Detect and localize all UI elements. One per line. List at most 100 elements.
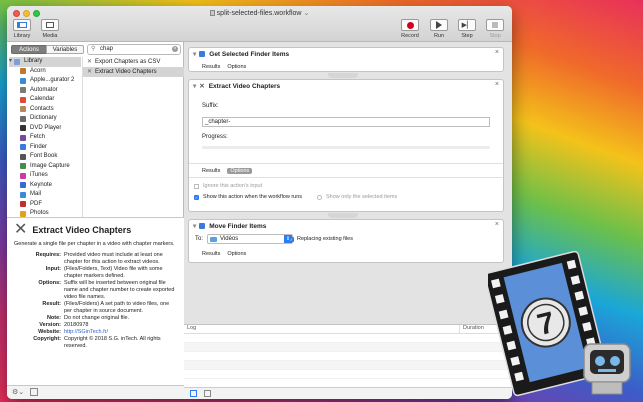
action-card-extract-video-chapters[interactable]: ▾ ✕ Extract Video Chapters × Suffix: _ch…: [188, 79, 504, 212]
ignore-input-checkbox[interactable]: [194, 183, 199, 189]
field-value: 20180978: [64, 322, 89, 328]
show-when-runs-option[interactable]: ✓ Show this action when the workflow run…: [194, 194, 302, 200]
library-item[interactable]: Calendar: [20, 95, 81, 105]
close-icon[interactable]: ×: [495, 81, 499, 88]
results-tab[interactable]: Results: [202, 168, 220, 174]
window-title-text: split-selected-files.workflow: [216, 10, 302, 17]
description-field: Copyright: Copyright © 2018 S.G. inTech. …: [14, 336, 177, 350]
library-item[interactable]: Font Book: [20, 152, 81, 162]
app-icon: [20, 134, 26, 141]
replacing-option[interactable]: ✓ Replacing existing files: [289, 236, 353, 242]
duration-column-header[interactable]: Duration: [460, 325, 484, 333]
window-title: split-selected-files.workflow ⌄: [7, 9, 512, 17]
field-key: Note:: [46, 315, 61, 321]
disclosure-triangle-icon[interactable]: ▾: [9, 57, 12, 67]
card-connector: [328, 213, 358, 218]
library-item[interactable]: Acorn: [20, 67, 81, 77]
app-icon: [20, 182, 26, 189]
close-icon[interactable]: ×: [495, 221, 499, 228]
list-view-icon[interactable]: [190, 390, 197, 397]
card-tabs: Results Options: [202, 168, 259, 174]
options-tab[interactable]: Options: [227, 168, 253, 174]
library-item[interactable]: PDF: [20, 200, 81, 210]
suffix-input[interactable]: _chapter-: [202, 117, 490, 127]
media-button[interactable]: Media: [41, 19, 59, 39]
ignore-input-option[interactable]: Ignore this action's input: [194, 183, 262, 189]
run-button[interactable]: Run: [430, 19, 448, 39]
library-item[interactable]: Dictionary: [20, 114, 81, 124]
step-button[interactable]: ▶▏ Step: [458, 19, 476, 39]
list-item[interactable]: ✕ Export Chapters as CSV: [83, 57, 184, 67]
tab-variables[interactable]: Variables: [46, 45, 84, 54]
app-icon: [20, 144, 26, 151]
stop-icon: [486, 19, 504, 31]
library-item[interactable]: Contacts: [20, 105, 81, 115]
library-item-label: DVD Player: [30, 124, 62, 131]
stop-button[interactable]: Stop: [486, 19, 504, 39]
results-tab[interactable]: Results: [202, 64, 220, 70]
app-icon: [20, 201, 26, 208]
list-item[interactable]: ✕ Extract Video Chapters: [83, 67, 184, 77]
description-toggle-icon[interactable]: [30, 388, 38, 396]
search-field[interactable]: ⚲ chap ×: [87, 44, 181, 55]
log-rows: [184, 334, 512, 379]
library-item[interactable]: Finder: [20, 143, 81, 153]
step-label: Step: [461, 33, 473, 39]
library-item[interactable]: Keynote: [20, 181, 81, 191]
library-item-label: Keynote: [30, 181, 53, 188]
app-icon: [20, 191, 26, 198]
action-card-get-selected-finder-items[interactable]: ▾ Get Selected Finder Items × Results Opt…: [188, 47, 504, 72]
library-button[interactable]: Library: [13, 19, 31, 39]
library-item[interactable]: Mail: [20, 190, 81, 200]
app-icon: [20, 115, 26, 122]
library-item[interactable]: Automator: [20, 86, 81, 96]
log-toggle-icon[interactable]: [204, 390, 211, 397]
card-tabs: Results Options: [202, 251, 253, 257]
field-value: Copyright © 2018 S.G. inTech. All rights…: [64, 336, 161, 349]
disclosure-triangle-icon[interactable]: ▾: [193, 50, 196, 58]
library-item-label: Apple...gurator 2: [30, 77, 75, 83]
gear-icon[interactable]: ⚙⌄: [12, 388, 24, 396]
library-folder-icon: [14, 58, 21, 65]
extract-chapters-icon: ✕: [14, 221, 28, 238]
library-item[interactable]: iTunes: [20, 171, 81, 181]
library-item[interactable]: Fetch: [20, 133, 81, 143]
library-item-label: iTunes: [30, 172, 48, 178]
library-item[interactable]: DVD Player: [20, 124, 81, 134]
title-menu-chevron-icon[interactable]: ⌄: [303, 10, 309, 17]
show-selected-only-radio[interactable]: [317, 194, 322, 200]
disclosure-triangle-icon[interactable]: ▾: [193, 222, 196, 230]
show-selected-only-option[interactable]: Show only the selected items: [317, 194, 397, 200]
options-tab[interactable]: Options: [227, 64, 246, 70]
results-tab[interactable]: Results: [202, 251, 220, 257]
description-field: Website: http://SGinTech.fr/: [14, 329, 177, 336]
app-icon: [20, 153, 26, 160]
replacing-checkbox[interactable]: ✓: [289, 236, 294, 242]
disclosure-triangle-icon[interactable]: ▾: [193, 82, 196, 90]
library-item-label: Calendar: [30, 96, 55, 102]
replacing-label: Replacing existing files: [297, 236, 353, 242]
library-item[interactable]: Image Capture: [20, 162, 81, 172]
progress-bar: [202, 146, 490, 149]
description-fields: Requires: Provided video must include at …: [14, 252, 177, 350]
action-description: ✕ Extract Video Chapters Generate a sing…: [7, 217, 184, 385]
library-header[interactable]: ▾ Library: [9, 57, 81, 67]
options-tab[interactable]: Options: [227, 251, 246, 257]
record-button[interactable]: Record: [401, 19, 419, 39]
close-icon[interactable]: ×: [495, 49, 499, 56]
action-card-move-finder-items[interactable]: ▾ Move Finder Items × To: Vidéos ⇕ ✓ Rep…: [188, 219, 504, 263]
clear-search-icon[interactable]: ×: [172, 46, 178, 52]
log-column-header[interactable]: Log: [184, 325, 460, 333]
show-selected-only-label: Show only the selected items: [326, 194, 398, 200]
show-when-runs-checkbox[interactable]: ✓: [194, 194, 199, 200]
search-input[interactable]: chap: [100, 46, 113, 52]
play-icon: [430, 19, 448, 31]
destination-popup[interactable]: Vidéos ⇕: [207, 234, 293, 244]
library-list: ▾ Library Acorn Apple...gurator 2 Automato…: [9, 57, 81, 217]
library-item[interactable]: Apple...gurator 2: [20, 76, 81, 86]
description-title: Extract Video Chapters: [32, 225, 132, 235]
ignore-input-label: Ignore this action's input: [203, 183, 263, 189]
field-value[interactable]: http://SGinTech.fr/: [64, 329, 108, 336]
record-icon: [401, 19, 419, 31]
tab-actions[interactable]: Actions: [11, 45, 47, 54]
